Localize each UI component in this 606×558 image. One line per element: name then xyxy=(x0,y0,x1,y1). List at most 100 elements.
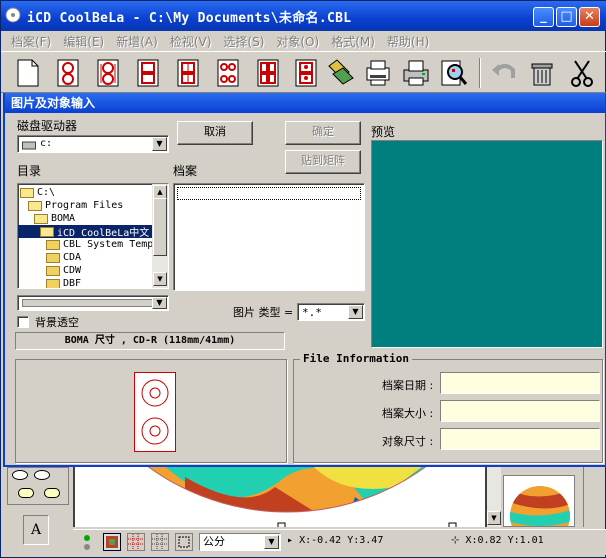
chevron-down-icon[interactable]: ▼ xyxy=(152,297,167,309)
drive-select[interactable]: c: ▼ xyxy=(17,135,169,153)
tree-item[interactable]: Program Files xyxy=(18,199,123,212)
drive-label: 磁盘驱动器 xyxy=(17,119,78,133)
label-canvas[interactable] xyxy=(73,467,487,527)
app-window: iCD CoolBeLa - C:\My Documents\未命名.CBL _… xyxy=(0,0,606,558)
label-layout-group xyxy=(15,359,287,463)
menu-bar: 档案(F) 编辑(E) 新增(A) 检视(V) 选择(S) 对象(O) 格式(M… xyxy=(1,31,606,51)
object-size-label: 对象尺寸 : xyxy=(382,435,434,448)
fit-to-frame-button[interactable]: 贴到矩阵 xyxy=(285,150,361,174)
tree-item[interactable]: DBF xyxy=(18,277,81,288)
menu-file[interactable]: 档案(F) xyxy=(11,33,51,50)
menu-add[interactable]: 新增(A) xyxy=(116,33,158,50)
path-combo[interactable]: ▼ xyxy=(17,295,169,311)
cd-label-artwork xyxy=(75,467,485,527)
title-bar[interactable]: iCD CoolBeLa - C:\My Documents\未命名.CBL _… xyxy=(1,1,606,31)
menu-select[interactable]: 选择(S) xyxy=(223,33,264,50)
file-list-focus xyxy=(177,187,361,200)
text-tool-button[interactable]: A xyxy=(23,515,49,545)
object-size: ⊹ X:0.82 Y:1.01 xyxy=(451,535,544,546)
transparent-checkbox[interactable] xyxy=(17,316,29,328)
path-combo-value xyxy=(22,299,154,307)
new-document-icon[interactable] xyxy=(11,56,45,90)
scroll-up-icon[interactable]: ▲ xyxy=(153,185,167,199)
tree-item-selected[interactable]: iCD CoolBeLa中文 xyxy=(18,225,152,239)
menu-view[interactable]: 检视(V) xyxy=(170,33,212,50)
ok-button[interactable]: 确定 xyxy=(285,121,361,145)
directory-label: 目录 xyxy=(17,164,42,178)
folder-open-icon xyxy=(20,187,34,198)
image-mode-icon[interactable] xyxy=(103,533,121,551)
file-info-title: File Information xyxy=(300,352,412,365)
folder-icon xyxy=(46,252,60,263)
file-label: 档案 xyxy=(173,164,198,178)
tree-item[interactable]: CDA xyxy=(18,251,81,264)
rounded-rect-tool-icon[interactable] xyxy=(44,488,60,498)
window-title: iCD CoolBeLa - C:\My Documents\未命名.CBL xyxy=(27,10,352,26)
status-bar: 公分 ▼ ▸ X:-0.42 Y:3.47 ⊹ X:0.82 Y:1.01 xyxy=(73,529,606,555)
cancel-button[interactable]: 取消 xyxy=(177,121,253,145)
cursor-icon: ▸ xyxy=(287,535,294,546)
thumbnail-preview[interactable] xyxy=(503,475,575,527)
rounded-rect-tool-icon[interactable] xyxy=(18,488,34,498)
folder-open-icon xyxy=(40,226,54,237)
traffic-icon[interactable] xyxy=(79,534,95,552)
scroll-down-icon[interactable]: ▼ xyxy=(153,272,167,286)
workspace: A ▼ 公分 ▼ ▸ X:-0.42 Y:3.47 ⊹ X:0.82 Y:1.0… xyxy=(1,467,606,558)
ellipse-tool-icon[interactable] xyxy=(12,470,28,480)
menu-object[interactable]: 对象(O) xyxy=(276,33,319,50)
size-icon: ⊹ xyxy=(451,535,460,546)
print-setup-icon[interactable] xyxy=(361,56,395,90)
folder-icon xyxy=(46,278,60,288)
minimize-button[interactable]: _ xyxy=(533,7,554,27)
ellipse-tool-icon[interactable] xyxy=(34,470,50,480)
file-size-field xyxy=(440,400,600,422)
folder-open-icon xyxy=(28,200,42,211)
scroll-down-icon[interactable]: ▼ xyxy=(487,511,501,525)
dialog-title[interactable]: 图片及对象输入 xyxy=(5,93,605,113)
object-size-field xyxy=(440,428,600,450)
grid-dots-icon[interactable] xyxy=(151,533,169,551)
app-icon xyxy=(5,7,21,26)
label-layout-6-icon[interactable] xyxy=(251,56,285,90)
close-button[interactable]: ✕ xyxy=(579,7,600,27)
menu-edit[interactable]: 编辑(E) xyxy=(63,33,104,50)
image-insert-icon[interactable] xyxy=(324,56,358,90)
directory-tree[interactable]: C:\ Program Files BOMA iCD CoolBeLa中文 CB… xyxy=(17,183,169,289)
tree-item[interactable]: C:\ xyxy=(18,186,55,199)
trash-icon[interactable] xyxy=(525,56,559,90)
label-layout-2-icon[interactable] xyxy=(91,56,125,90)
folder-open-icon xyxy=(34,213,48,224)
label-layout-3-icon[interactable] xyxy=(131,56,165,90)
chevron-down-icon[interactable]: ▼ xyxy=(264,535,279,549)
scroll-thumb[interactable] xyxy=(153,198,167,256)
image-type-select[interactable]: *.* ▼ xyxy=(297,303,365,321)
print-preview-icon[interactable] xyxy=(437,56,471,90)
menu-format[interactable]: 格式(M) xyxy=(331,33,375,50)
label-layout-7-icon[interactable] xyxy=(289,56,323,90)
text-tool-area: A xyxy=(7,509,69,557)
scissors-icon[interactable] xyxy=(565,56,599,90)
shape-palette xyxy=(7,467,69,505)
label-layout-4-icon[interactable] xyxy=(171,56,205,90)
tree-scrollbar[interactable]: ▲ ▼ xyxy=(152,184,168,288)
image-type-label: 图片 类型 = xyxy=(233,306,294,319)
label-layout-1-icon[interactable] xyxy=(51,56,85,90)
file-list[interactable] xyxy=(173,183,365,291)
chevron-down-icon[interactable]: ▼ xyxy=(152,137,167,151)
label-size-display: BOMA 尺寸 , CD-R (118mm/41mm) xyxy=(15,332,285,350)
chevron-down-icon[interactable]: ▼ xyxy=(348,305,363,319)
undo-icon[interactable] xyxy=(487,56,521,90)
label-layout-5-icon[interactable] xyxy=(211,56,245,90)
menu-help[interactable]: 帮助(H) xyxy=(387,33,429,50)
tree-item[interactable]: CBL System Temp xyxy=(18,238,153,251)
cursor-position: ▸ X:-0.42 Y:3.47 xyxy=(287,535,383,546)
toolbar-separator xyxy=(479,58,481,88)
snap-icon[interactable] xyxy=(175,533,193,551)
unit-select[interactable]: 公分 ▼ xyxy=(199,533,281,551)
maximize-button[interactable]: □ xyxy=(556,7,577,27)
unit-value: 公分 xyxy=(203,535,225,548)
tree-item[interactable]: CDW xyxy=(18,264,81,277)
printer-icon[interactable] xyxy=(399,56,433,90)
canvas-scrollbar[interactable]: ▼ xyxy=(487,467,501,527)
grid-red-icon[interactable] xyxy=(127,533,145,551)
